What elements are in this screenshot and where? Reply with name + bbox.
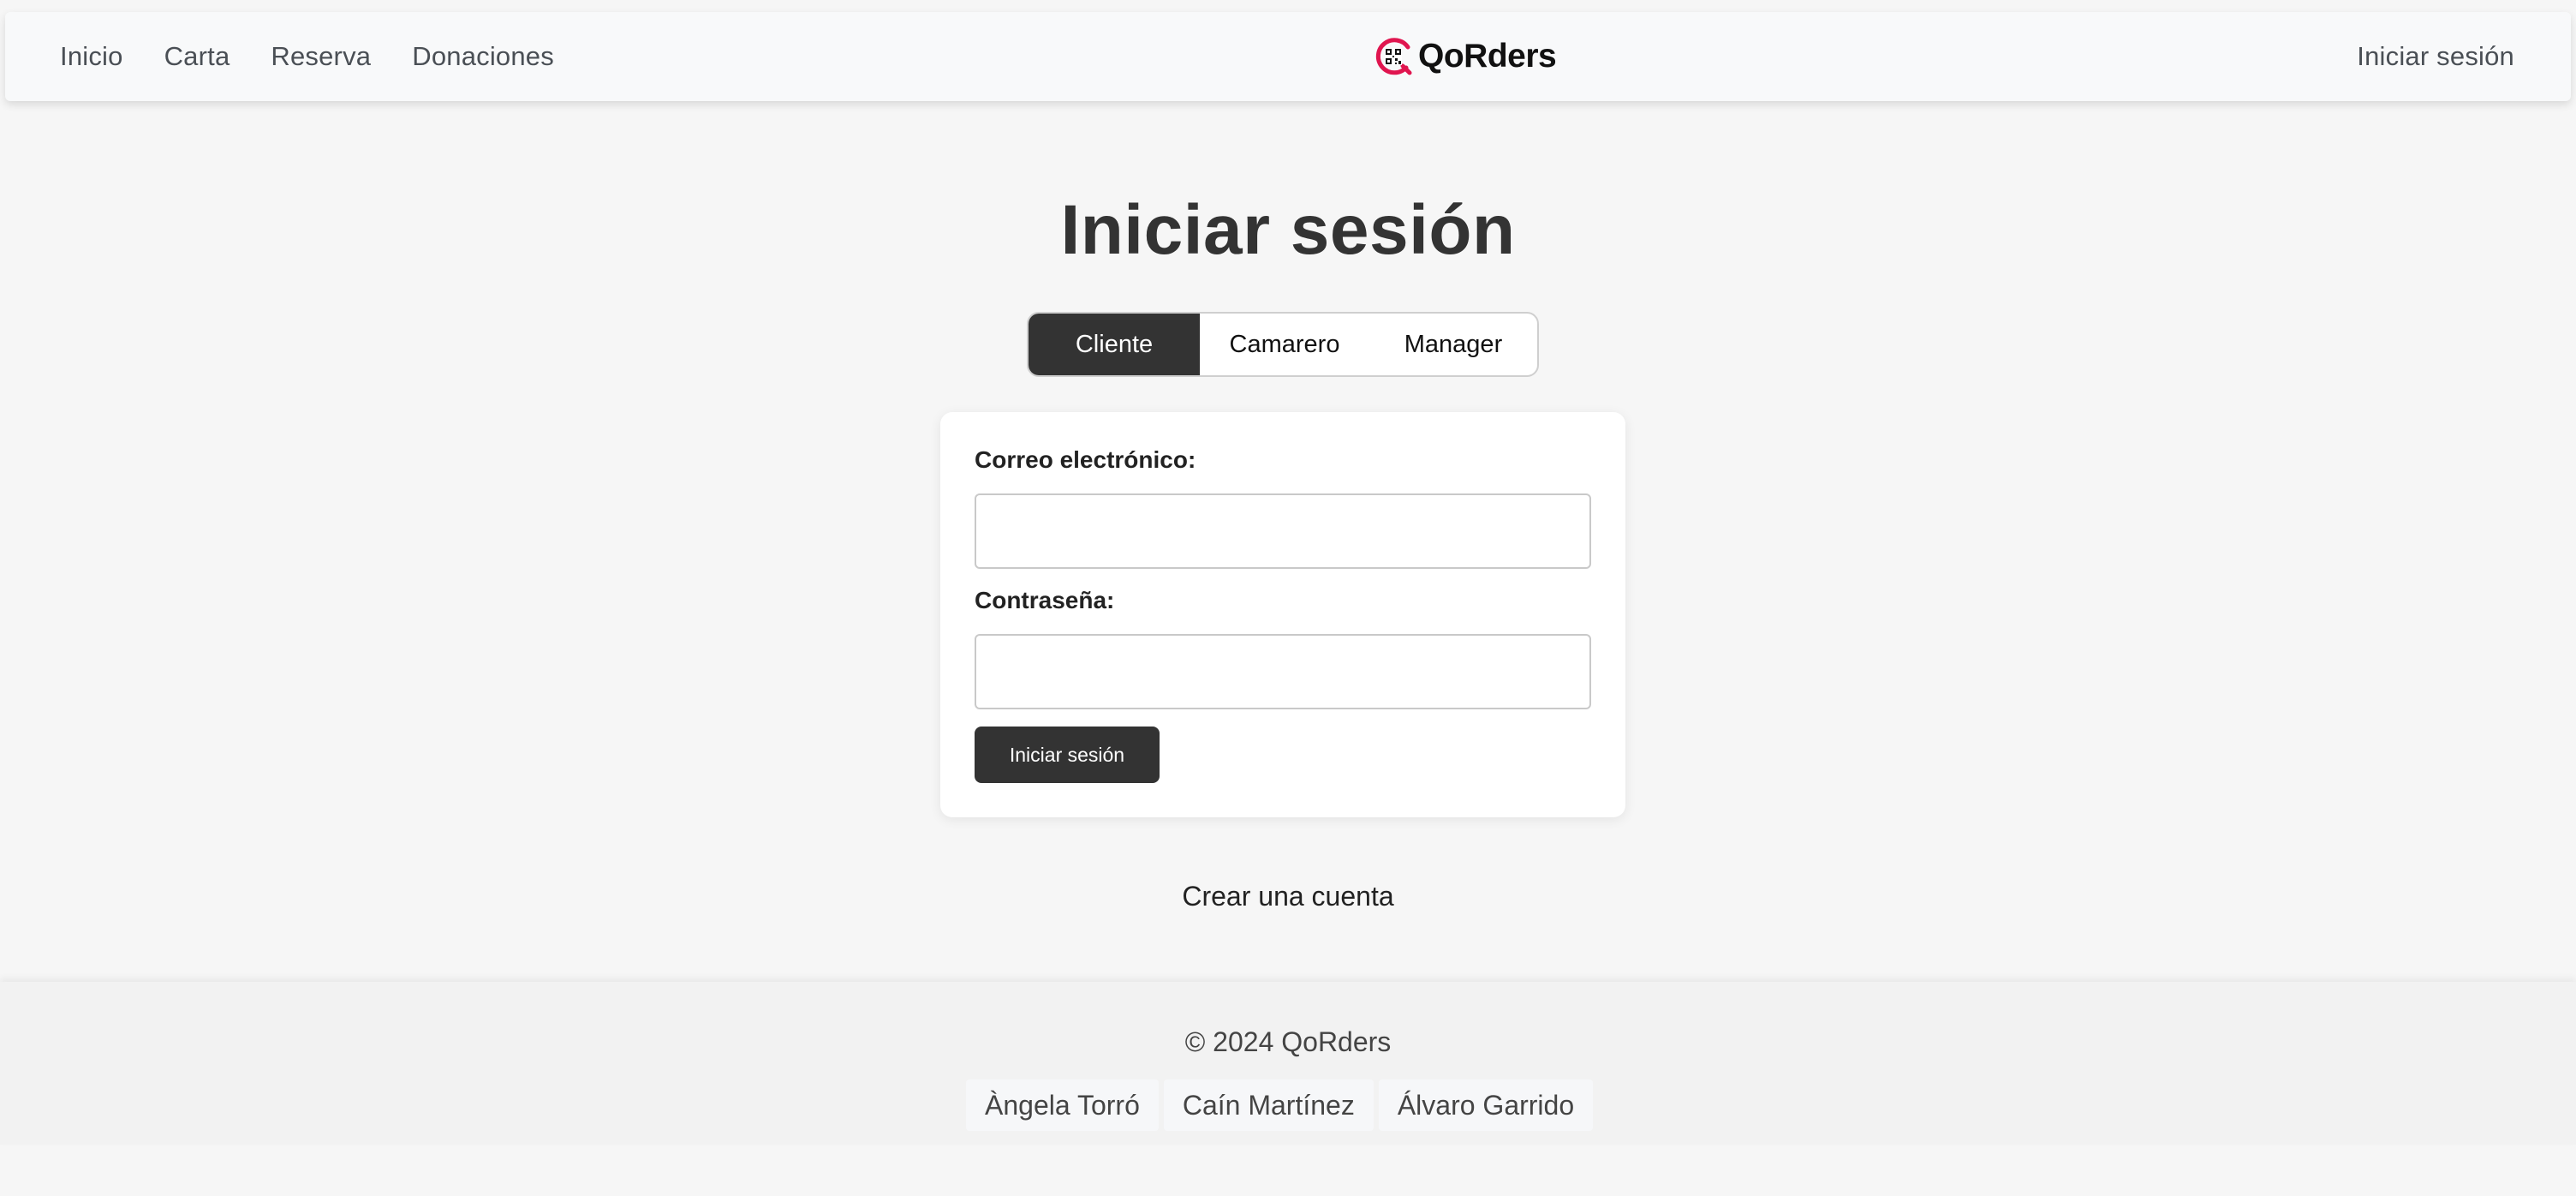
copyright-text: © 2024 QoRders [1184, 1026, 1392, 1057]
nav-right: Iniciar sesión [2357, 12, 2514, 101]
role-tabs: Cliente Camarero Manager [1027, 312, 1539, 377]
tab-camarero[interactable]: Camarero [1200, 314, 1369, 375]
email-label: Correo electrónico: [975, 446, 1196, 473]
top-navbar: Inicio Carta Reserva Donaciones QoRders … [5, 12, 2571, 101]
nav-link-inicio[interactable]: Inicio [60, 41, 123, 72]
create-account-link[interactable]: Crear una cuenta [0, 881, 2576, 912]
brand-name: QoRders [1418, 38, 1557, 75]
footer: © 2024 QoRders Àngela Torró Caín Martíne… [0, 982, 2576, 1145]
author-item[interactable]: Caín Martínez [1163, 1079, 1374, 1131]
login-submit-button[interactable]: Iniciar sesión [975, 727, 1160, 783]
nav-link-carta[interactable]: Carta [164, 41, 230, 72]
author-item[interactable]: Álvaro Garrido [1378, 1079, 1594, 1131]
tab-manager[interactable]: Manager [1369, 314, 1537, 375]
tab-cliente[interactable]: Cliente [1029, 314, 1200, 375]
login-form: Correo electrónico: Contraseña: Iniciar … [940, 412, 1625, 817]
authors-list: Àngela Torró Caín Martínez Álvaro Garrid… [966, 1079, 1594, 1131]
page-title: Iniciar sesión [1060, 191, 1516, 269]
qr-code-logo-icon [1374, 37, 1413, 76]
nav-link-reserva[interactable]: Reserva [271, 41, 371, 72]
password-field[interactable] [975, 634, 1591, 709]
password-label: Contraseña: [975, 587, 1115, 613]
author-item[interactable]: Àngela Torró [966, 1079, 1159, 1131]
nav-links: Inicio Carta Reserva Donaciones [60, 12, 554, 101]
nav-login-link[interactable]: Iniciar sesión [2357, 41, 2514, 72]
email-field[interactable] [975, 493, 1591, 569]
nav-link-donaciones[interactable]: Donaciones [412, 41, 554, 72]
brand-logo[interactable]: QoRders [1374, 12, 1557, 101]
